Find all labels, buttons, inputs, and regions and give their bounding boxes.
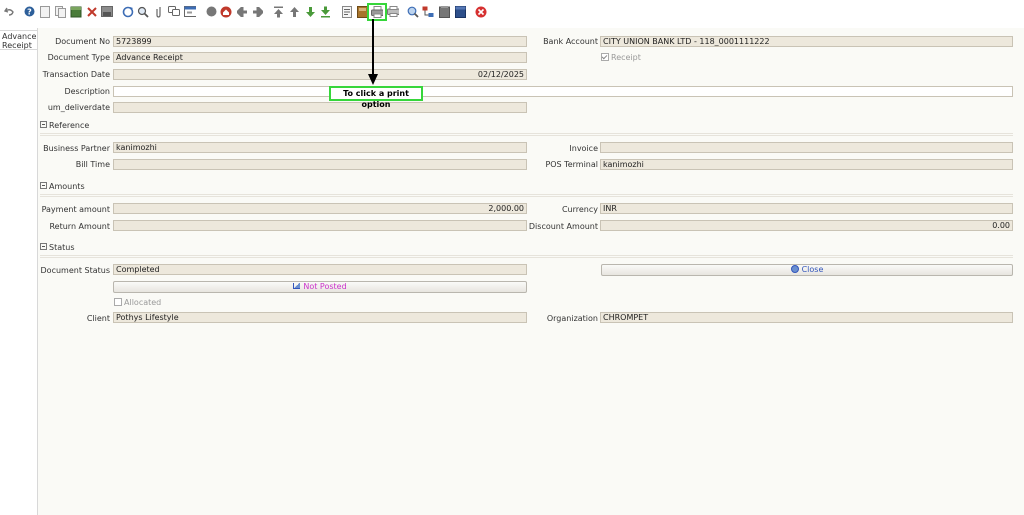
close-button[interactable]: Close bbox=[601, 264, 1013, 276]
refresh-icon[interactable] bbox=[122, 5, 134, 18]
not-posted-button[interactable]: Not Posted bbox=[113, 281, 527, 293]
save-icon[interactable] bbox=[101, 5, 113, 18]
attachment-icon[interactable] bbox=[153, 5, 165, 18]
help-icon[interactable]: ? bbox=[23, 5, 35, 18]
annotation-callout: To click a print option bbox=[329, 86, 423, 109]
return-amount-field[interactable] bbox=[113, 220, 527, 231]
amounts-section-header[interactable]: Amounts bbox=[40, 182, 1013, 195]
document-no-field[interactable]: 5723899 bbox=[113, 36, 527, 47]
organization-field[interactable]: CHROMPET bbox=[600, 312, 1013, 323]
parent-record-icon[interactable] bbox=[288, 5, 300, 18]
deliverdate-label: um_deliverdate bbox=[47, 103, 110, 112]
deliverdate-field[interactable] bbox=[113, 102, 527, 113]
collapse-icon bbox=[40, 182, 47, 189]
document-no-label: Document No bbox=[55, 37, 110, 46]
last-record-icon[interactable] bbox=[319, 5, 331, 18]
currency-label: Currency bbox=[561, 205, 598, 214]
copy-record-icon[interactable] bbox=[55, 5, 67, 18]
home-icon[interactable] bbox=[220, 5, 232, 18]
undo-icon[interactable] bbox=[3, 5, 15, 18]
chat-icon[interactable] bbox=[168, 5, 180, 18]
separator bbox=[40, 257, 1013, 258]
business-partner-label: Business Partner bbox=[43, 144, 110, 153]
description-field[interactable] bbox=[113, 86, 1013, 97]
document-status-field[interactable]: Completed bbox=[113, 264, 527, 275]
document-type-field[interactable]: Advance Receipt bbox=[113, 52, 527, 63]
grid-toggle-icon[interactable] bbox=[184, 5, 196, 18]
report-icon[interactable] bbox=[341, 5, 353, 18]
checkbox-checked-icon bbox=[601, 53, 609, 61]
gear-icon bbox=[790, 265, 799, 273]
return-amount-label: Return Amount bbox=[49, 222, 110, 231]
organization-label: Organization bbox=[546, 314, 598, 323]
reference-section-header[interactable]: Reference bbox=[40, 121, 1013, 134]
bank-account-label: Bank Account bbox=[543, 37, 598, 46]
currency-field[interactable]: INR bbox=[600, 203, 1013, 214]
collapse-icon bbox=[40, 243, 47, 250]
document-status-label: Document Status bbox=[40, 266, 110, 275]
business-partner-field[interactable]: kanimozhi bbox=[113, 142, 527, 153]
find-icon[interactable] bbox=[137, 5, 149, 18]
status-section-header[interactable]: Status bbox=[40, 243, 1013, 256]
invoice-label: Invoice bbox=[569, 144, 598, 153]
separator bbox=[40, 196, 1013, 197]
checkbox-unchecked-icon bbox=[114, 298, 122, 306]
description-label: Description bbox=[64, 87, 110, 96]
discount-amount-field[interactable]: 0.00 bbox=[600, 220, 1013, 231]
history-icon[interactable] bbox=[205, 5, 217, 18]
delete-selection-icon[interactable] bbox=[86, 5, 98, 18]
allocated-checkbox[interactable]: Allocated bbox=[114, 298, 161, 307]
detail-record-icon[interactable] bbox=[304, 5, 316, 18]
previous-record-icon[interactable] bbox=[236, 5, 248, 18]
workflow-icon[interactable] bbox=[422, 5, 434, 18]
svg-text:?: ? bbox=[27, 8, 32, 17]
bill-time-label: Bill Time bbox=[75, 160, 110, 169]
arrow-down-icon bbox=[368, 19, 378, 85]
client-label: Client bbox=[86, 314, 110, 323]
client-field[interactable]: Pothys Lifestyle bbox=[113, 312, 527, 323]
product-info-icon[interactable] bbox=[454, 5, 466, 18]
zoom-across-icon[interactable] bbox=[407, 5, 419, 18]
next-record-icon[interactable] bbox=[251, 5, 263, 18]
request-icon[interactable] bbox=[438, 5, 450, 18]
first-record-icon[interactable] bbox=[272, 5, 284, 18]
pos-terminal-field[interactable]: kanimozhi bbox=[600, 159, 1013, 170]
collapse-icon bbox=[40, 121, 47, 128]
transaction-date-field[interactable]: 02/12/2025 bbox=[113, 69, 527, 80]
payment-amount-label: Payment amount bbox=[41, 205, 110, 214]
toolbar: ? bbox=[0, 0, 1024, 26]
discount-amount-label: Discount Amount bbox=[528, 222, 598, 231]
print-preview-icon[interactable] bbox=[387, 5, 399, 18]
bank-account-field[interactable]: CITY UNION BANK LTD - 118_0001111222 bbox=[600, 36, 1013, 47]
pos-terminal-label: POS Terminal bbox=[545, 160, 598, 169]
document-type-label: Document Type bbox=[47, 53, 110, 62]
close-window-icon[interactable] bbox=[475, 5, 487, 18]
invoice-field[interactable] bbox=[600, 142, 1013, 153]
chart-icon bbox=[293, 283, 301, 289]
tab-list: Advance Receipt bbox=[0, 28, 38, 515]
separator bbox=[40, 135, 1013, 136]
transaction-date-label: Transaction Date bbox=[42, 70, 110, 79]
tab-advance-receipt[interactable]: Advance Receipt bbox=[0, 30, 37, 50]
bill-time-field[interactable] bbox=[113, 159, 527, 170]
delete-record-icon[interactable] bbox=[70, 5, 82, 18]
payment-amount-field[interactable]: 2,000.00 bbox=[113, 203, 527, 214]
receipt-checkbox[interactable]: Receipt bbox=[601, 53, 641, 62]
new-record-icon[interactable] bbox=[39, 5, 51, 18]
